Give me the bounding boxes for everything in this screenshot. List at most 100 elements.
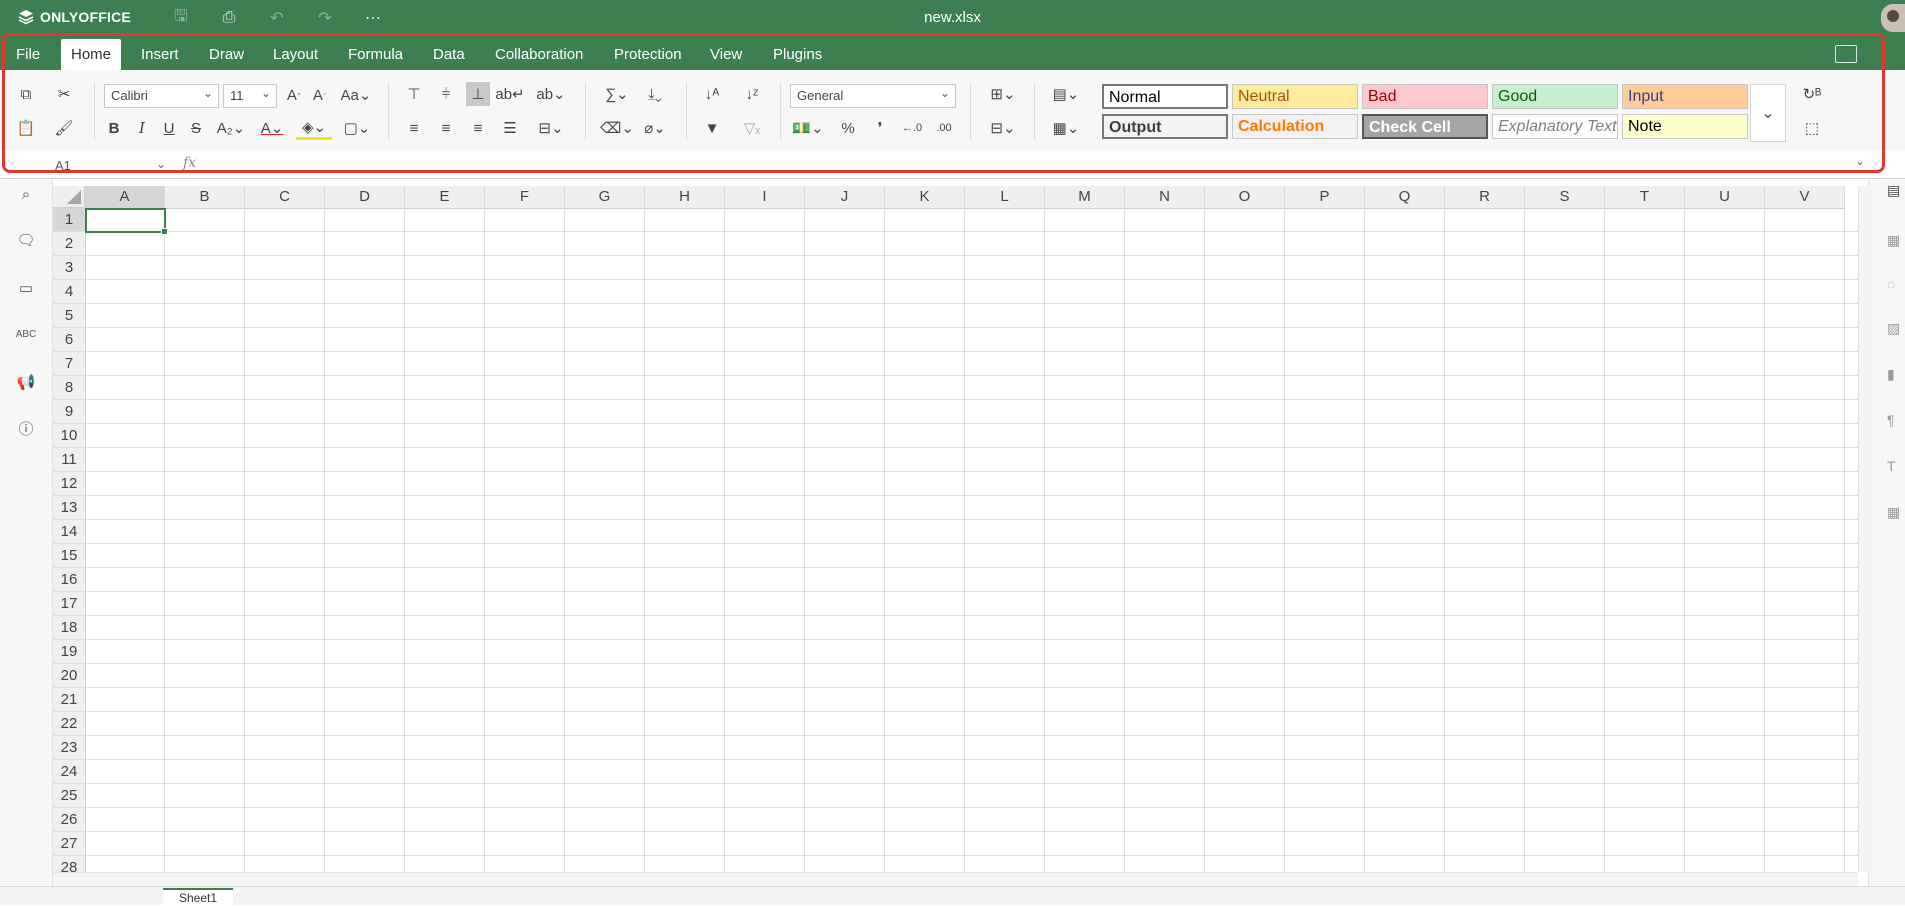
accounting-format-icon[interactable]: 💵⌄ [790, 116, 826, 140]
row-header[interactable]: 4 [53, 280, 85, 304]
about-info-icon[interactable]: ⓘ [14, 416, 38, 440]
horizontal-scrollbar[interactable] [53, 872, 1858, 887]
row-header[interactable]: 22 [53, 712, 85, 736]
row-header[interactable]: 6 [53, 328, 85, 352]
tab-home[interactable]: Home [61, 39, 122, 70]
formula-input[interactable] [205, 154, 1845, 177]
tab-draw[interactable]: Draw [199, 39, 254, 70]
cell-style-input[interactable]: Input [1622, 84, 1748, 109]
italic-icon[interactable]: I [130, 116, 154, 140]
paste-icon[interactable]: 📋 [14, 116, 38, 140]
text-art-settings-icon[interactable]: T [1887, 458, 1905, 476]
tab-formula[interactable]: Formula [338, 39, 413, 70]
replace-icon[interactable]: ↻ᴮ [1800, 82, 1824, 106]
cell-style-check-cell[interactable]: Check Cell [1362, 114, 1488, 139]
conditional-formatting-icon[interactable]: ▤⌄ [1048, 82, 1084, 106]
cell-style-bad[interactable]: Bad [1362, 84, 1488, 109]
cell-style-good[interactable]: Good [1492, 84, 1618, 109]
cell-style-neutral[interactable]: Neutral [1232, 84, 1358, 109]
fill-icon[interactable]: ⤓⌄ [638, 82, 672, 106]
decrease-font-icon[interactable]: A ⁻ [308, 83, 332, 107]
row-header[interactable]: 7 [53, 352, 85, 376]
column-header[interactable]: U [1685, 186, 1765, 208]
column-header[interactable]: O [1205, 186, 1285, 208]
row-header[interactable]: 14 [53, 520, 85, 544]
copy-icon[interactable]: ⧉ [14, 82, 38, 106]
font-color-icon[interactable]: A⌄ [255, 116, 289, 140]
active-cell[interactable] [85, 208, 168, 235]
column-header[interactable]: T [1605, 186, 1685, 208]
tab-data[interactable]: Data [423, 39, 475, 70]
borders-icon[interactable]: ▢⌄ [340, 116, 374, 140]
row-header[interactable]: 21 [53, 688, 85, 712]
paragraph-settings-icon[interactable]: ¶ [1887, 412, 1905, 430]
chat-icon[interactable]: ▭ [14, 276, 38, 300]
row-header[interactable]: 20 [53, 664, 85, 688]
align-middle-icon[interactable]: ⫩ [434, 82, 458, 106]
tab-view[interactable]: View [700, 39, 752, 70]
comma-style-icon[interactable]: ❜ [868, 116, 892, 140]
font-size-combo[interactable]: 11 [223, 82, 277, 108]
column-header[interactable]: D [325, 186, 405, 208]
cell-style-output[interactable]: Output [1102, 114, 1228, 139]
orientation-icon[interactable]: ab⌄ [534, 82, 568, 106]
column-header[interactable]: I [725, 186, 805, 208]
spreadsheet-grid[interactable]: ABCDEFGHIJKLMNOPQRSTUV 1 2 3 4 5 6 7 8 9 10 11 12 13… [53, 186, 1858, 872]
vertical-scrollbar[interactable] [1858, 186, 1873, 872]
chart-settings-icon[interactable]: ▮ [1887, 366, 1905, 384]
row-header[interactable]: 24 [53, 760, 85, 784]
align-left-icon[interactable]: ≡ [402, 116, 426, 140]
row-header[interactable]: 2 [53, 232, 85, 256]
align-top-icon[interactable]: ⊤ [402, 82, 426, 106]
image-settings-icon[interactable]: ▨ [1887, 320, 1905, 338]
percent-icon[interactable]: % [836, 116, 860, 140]
tab-plugins[interactable]: Plugins [763, 39, 832, 70]
clear-icon[interactable]: ⌀⌄ [638, 116, 672, 140]
row-header[interactable]: 10 [53, 424, 85, 448]
column-header[interactable]: R [1445, 186, 1525, 208]
row-header[interactable]: 9 [53, 400, 85, 424]
cell-style-explanatory-text[interactable]: Explanatory Text [1492, 114, 1618, 139]
tab-collaboration[interactable]: Collaboration [485, 39, 593, 70]
number-format-combo[interactable]: General [790, 82, 956, 108]
merge-cells-icon[interactable]: ⊟⌄ [534, 116, 568, 140]
insert-cells-icon[interactable]: ⊞⌄ [985, 82, 1021, 106]
cell-style-note[interactable]: Note [1622, 114, 1748, 139]
decrease-decimal-icon[interactable]: ←.0 [900, 116, 924, 140]
row-header[interactable]: 19 [53, 640, 85, 664]
row-header[interactable]: 28 [53, 856, 85, 872]
table-settings-icon[interactable]: ▦ [1887, 232, 1905, 250]
search-icon[interactable]: ⌕ [14, 182, 38, 206]
filter-icon[interactable]: ▼ [700, 116, 724, 140]
cell-style-normal[interactable]: Normal [1102, 84, 1228, 109]
tab-protection[interactable]: Protection [604, 39, 692, 70]
select-all-icon[interactable]: ⬚ [1800, 116, 1824, 140]
column-header[interactable]: J [805, 186, 885, 208]
delete-cells-icon[interactable]: ⊟⌄ [985, 116, 1021, 140]
column-header[interactable]: S [1525, 186, 1605, 208]
row-header[interactable]: 26 [53, 808, 85, 832]
bold-icon[interactable]: B [102, 116, 126, 140]
feedback-icon[interactable]: 📢 [14, 370, 38, 394]
select-all-corner[interactable] [53, 186, 85, 208]
row-header[interactable]: 15 [53, 544, 85, 568]
expand-formula-bar-icon[interactable]: ⌄ [1855, 154, 1865, 168]
column-header[interactable]: N [1125, 186, 1205, 208]
column-header[interactable]: P [1285, 186, 1365, 208]
shape-settings-icon[interactable]: ◌ [1887, 276, 1905, 294]
cut-icon[interactable]: ✂ [52, 82, 76, 106]
cell-style-calculation[interactable]: Calculation [1232, 114, 1358, 139]
open-file-location-icon[interactable] [1835, 45, 1857, 63]
align-center-icon[interactable]: ≡ [434, 116, 458, 140]
align-right-icon[interactable]: ≡ [466, 116, 490, 140]
column-header[interactable]: C [245, 186, 325, 208]
increase-decimal-icon[interactable]: .00 [932, 116, 956, 140]
row-header[interactable]: 17 [53, 592, 85, 616]
cells-area[interactable] [85, 208, 1858, 872]
column-header[interactable]: H [645, 186, 725, 208]
column-header[interactable]: E [405, 186, 485, 208]
row-header[interactable]: 11 [53, 448, 85, 472]
column-header[interactable]: Q [1365, 186, 1445, 208]
styles-expand-button[interactable]: ⌄ [1750, 84, 1786, 142]
subscript-icon[interactable]: A₂⌄ [214, 116, 248, 140]
